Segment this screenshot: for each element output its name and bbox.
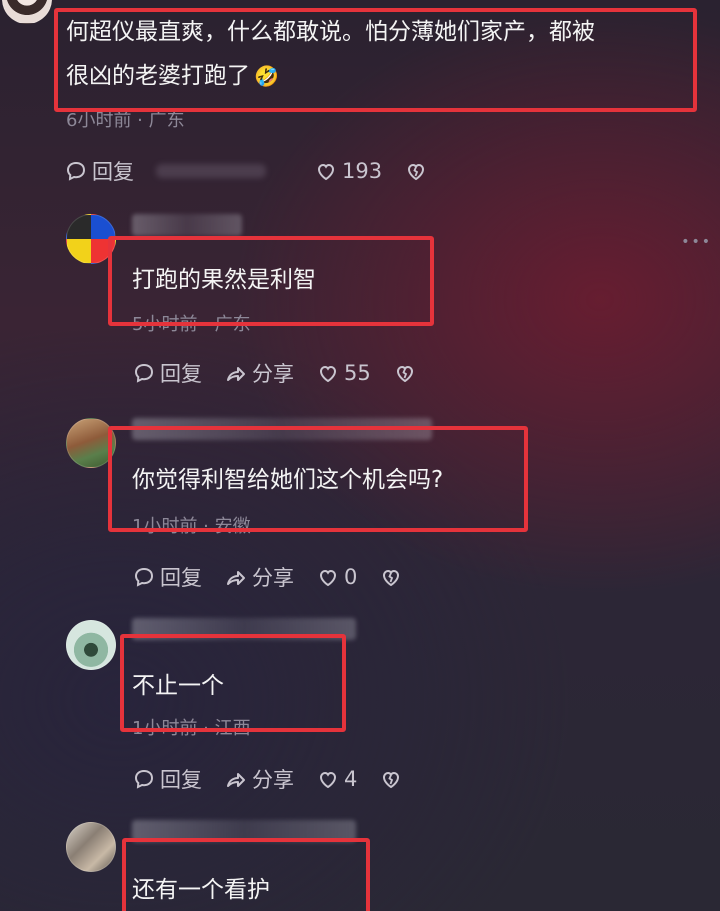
share-button[interactable]: 分享 <box>224 764 294 794</box>
reply-1-actions: 回复 分享 55 <box>132 358 443 388</box>
like-count: 0 <box>344 565 358 589</box>
heart-outline-icon <box>319 771 337 789</box>
broken-heart-icon <box>383 771 400 789</box>
reply-1-avatar[interactable] <box>66 214 116 264</box>
dislike-button[interactable] <box>393 361 421 385</box>
reply-button[interactable]: 回复 <box>132 562 202 592</box>
like-count: 193 <box>342 159 383 183</box>
like-button[interactable]: 55 <box>316 361 371 385</box>
broken-heart-icon <box>383 569 400 587</box>
share-arrow-icon <box>227 571 245 585</box>
reply-button[interactable]: 回复 <box>132 764 202 794</box>
laughing-emoji-icon: 🤣 <box>254 64 279 88</box>
broken-heart-icon <box>396 365 413 383</box>
reply-4-text: 还有一个看护 <box>132 877 270 903</box>
like-count: 55 <box>344 361 371 385</box>
reply-2-avatar[interactable] <box>66 418 116 468</box>
dislike-button[interactable] <box>379 565 407 589</box>
reply-3-meta: 1小时前 · 江西 <box>132 718 251 739</box>
reply-label: 回复 <box>92 160 134 184</box>
share-label: 分享 <box>252 566 294 590</box>
main-comment-text-line1: 何超仪最直爽，什么都敢说。怕分薄她们家产，都被 <box>66 19 595 45</box>
reply-3-avatar[interactable] <box>66 620 116 670</box>
like-button[interactable]: 4 <box>316 767 357 791</box>
reply-label: 回复 <box>160 566 202 590</box>
main-comment-actions: 回复 193 <box>64 156 454 186</box>
reply-2-text: 你觉得利智给她们这个机会吗? <box>132 467 444 493</box>
broken-heart-icon <box>408 163 425 181</box>
reply-3-actions: 回复 分享 4 <box>132 764 429 794</box>
reply-label: 回复 <box>160 362 202 386</box>
share-arrow-icon <box>227 367 245 381</box>
speech-bubble-icon <box>134 567 154 587</box>
reply-3-username-blurred <box>132 618 356 640</box>
dislike-button[interactable] <box>404 159 432 183</box>
reply-1-username-blurred <box>132 214 242 236</box>
speech-bubble-icon <box>134 363 154 383</box>
share-label: 分享 <box>252 362 294 386</box>
reply-2-username-blurred <box>132 418 432 440</box>
main-comment-text-line2: 很凶的老婆打跑了 🤣 <box>66 58 279 94</box>
main-comment-text-line2-content: 很凶的老婆打跑了 <box>66 63 250 89</box>
share-arrow-icon <box>227 773 245 787</box>
heart-outline-icon <box>317 163 335 181</box>
speech-bubble-icon <box>134 769 154 789</box>
like-button[interactable]: 193 <box>314 159 382 183</box>
like-count: 4 <box>344 767 358 791</box>
main-comment-meta: 6小时前 · 广东 <box>66 110 185 131</box>
reply-4-username-blurred <box>132 820 356 842</box>
reply-button[interactable]: 回复 <box>64 156 134 186</box>
share-button[interactable]: 分享 <box>224 562 294 592</box>
reply-3-text: 不止一个 <box>132 673 224 699</box>
main-commenter-avatar[interactable] <box>2 0 52 24</box>
reply-2-actions: 回复 分享 0 <box>132 562 429 592</box>
more-options-icon[interactable]: ••• <box>681 234 712 250</box>
share-label: 分享 <box>252 768 294 792</box>
reply-button[interactable]: 回复 <box>132 358 202 388</box>
heart-outline-icon <box>319 569 337 587</box>
dislike-button[interactable] <box>379 767 407 791</box>
share-button[interactable]: 分享 <box>224 358 294 388</box>
reply-label: 回复 <box>160 768 202 792</box>
reply-1-meta: 5小时前 · 广东 <box>132 314 251 335</box>
blurred-placeholder <box>156 164 266 178</box>
reply-1-text: 打跑的果然是利智 <box>132 267 316 293</box>
reply-2-meta: 1小时前 · 安徽 <box>132 516 251 537</box>
reply-4-avatar[interactable] <box>66 822 116 872</box>
speech-bubble-icon <box>66 161 86 181</box>
heart-outline-icon <box>319 365 337 383</box>
like-button[interactable]: 0 <box>316 565 357 589</box>
